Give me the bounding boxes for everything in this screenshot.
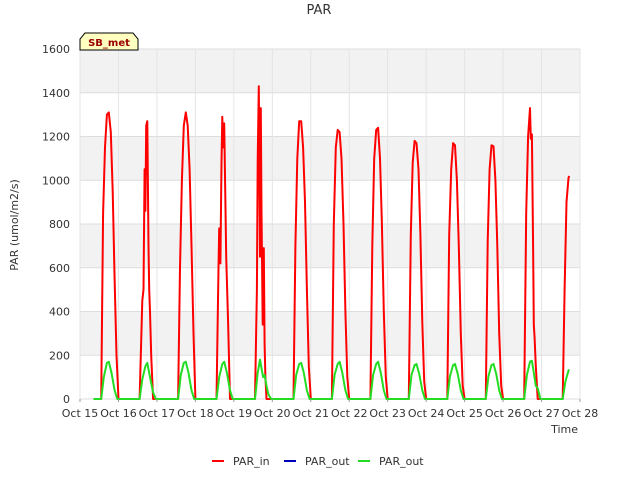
legend-label: PAR_out <box>305 455 350 468</box>
plot-band <box>80 49 580 93</box>
x-tick-label: Oct 21 <box>293 407 330 420</box>
x-tick-label: Oct 24 <box>408 407 445 420</box>
plot-band <box>80 224 580 268</box>
y-axis-label: PAR (umol/m2/s) <box>8 179 21 271</box>
y-tick-label: 0 <box>63 393 70 406</box>
x-tick-label: Oct 22 <box>331 407 368 420</box>
chart-title: PAR <box>307 3 332 18</box>
plot-band <box>80 311 580 356</box>
y-tick-label: 1600 <box>42 43 70 56</box>
y-tick-label: 600 <box>49 262 70 275</box>
site-label-badge: SB_met <box>79 32 139 51</box>
y-tick-label: 1200 <box>42 131 70 144</box>
x-tick-label: Oct 17 <box>139 407 176 420</box>
y-tick-label: 400 <box>49 306 70 319</box>
x-tick-label: Oct 15 <box>62 407 99 420</box>
x-tick-label: Oct 26 <box>485 407 522 420</box>
site-label-text: SB_met <box>88 38 130 49</box>
par-chart: PAR 0 200 400 600 800 1000 1200 1400 1600 Oct 15… <box>0 0 640 480</box>
x-tick-label: Oct 18 <box>177 407 214 420</box>
x-tick-label: Oct 27 <box>523 407 560 420</box>
x-tick-label: Oct 20 <box>254 407 291 420</box>
plot-band <box>80 136 580 181</box>
legend: PAR_in PAR_out PAR_out <box>212 455 424 468</box>
y-tick-label: 1400 <box>42 87 70 100</box>
x-tick-label: Oct 19 <box>216 407 253 420</box>
x-tick-label: Oct 16 <box>100 407 137 420</box>
x-tick-label: Oct 25 <box>446 407 483 420</box>
y-tick-label: 1000 <box>42 174 70 187</box>
y-tick-label: 200 <box>49 349 70 362</box>
legend-label: PAR_out <box>379 455 424 468</box>
x-tick-label: Oct 28 <box>562 407 599 420</box>
x-axis-label: Time <box>550 423 578 436</box>
x-tick-label: Oct 23 <box>369 407 406 420</box>
legend-label: PAR_in <box>233 455 270 468</box>
y-tick-label: 800 <box>49 218 70 231</box>
